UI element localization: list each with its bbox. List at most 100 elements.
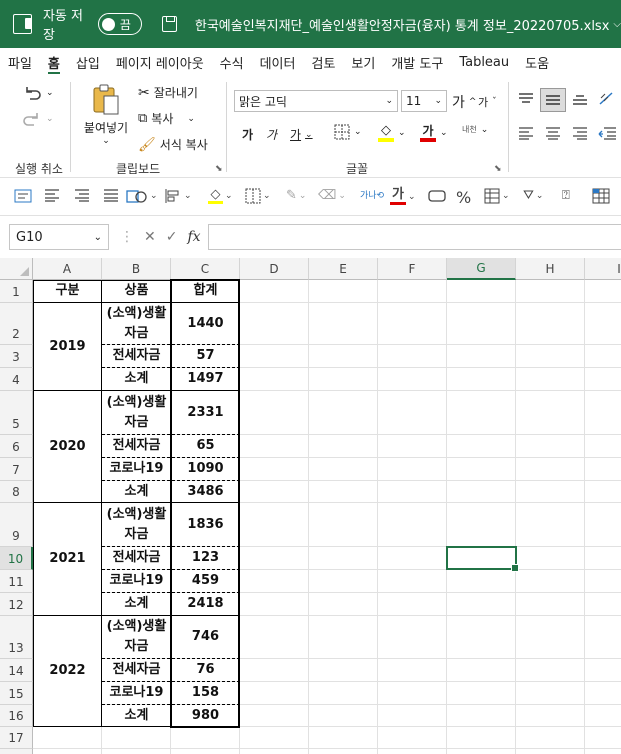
product-cell[interactable]: 전세자금 [103,547,170,569]
name-box[interactable]: G10 ⌄ [9,224,109,250]
align-center-icon[interactable] [545,126,561,140]
formula-input[interactable] [208,224,621,250]
fill-color-button[interactable]: ◇ ⌄ [378,124,406,142]
header-cell-category[interactable]: 구분 [34,280,101,302]
redo-button[interactable]: ⌄ [22,110,54,128]
tab-2[interactable]: 삽입 [68,48,108,76]
wrap-text-icon[interactable] [14,188,32,204]
tab-5[interactable]: 데이터 [252,48,304,76]
product-cell[interactable]: 소계 [103,593,170,615]
borders-button[interactable]: ⌄ [334,124,362,140]
file-name[interactable]: 한국예술인복지재단_예술인생활안정자금(융자) 통계 정보_20220705.x… [195,15,610,34]
total-cell[interactable]: 76 [172,659,239,681]
product-cell[interactable]: 전세자금 [103,345,170,367]
align-left-icon[interactable] [44,188,60,202]
select-all-button[interactable] [0,258,33,280]
product-cell[interactable]: 소계 [103,705,170,726]
product-cell[interactable]: 전세자금 [103,659,170,681]
insert-function-icon[interactable]: fx [187,229,200,245]
grid-table-icon[interactable] [592,188,610,204]
year-cell[interactable]: 2019 [34,303,101,390]
save-icon[interactable] [161,16,177,32]
total-cell[interactable]: 2331 [172,391,239,434]
borders-button[interactable]: ⌄ [245,188,271,204]
chevron-down-icon[interactable]: ⌵ [613,19,621,30]
total-cell[interactable]: 123 [172,547,239,569]
row-header[interactable]: 10 [0,547,33,570]
total-cell[interactable]: 57 [172,345,239,367]
row-header[interactable]: 14 [0,659,33,682]
tab-10[interactable]: 도움 [517,48,557,76]
help-icon[interactable]: ⍰ [562,188,570,203]
row-header[interactable]: 3 [0,345,33,368]
decrease-indent-icon[interactable] [598,126,616,140]
distribute-button[interactable]: ⌄ [164,188,192,204]
row-header[interactable]: 11 [0,570,33,593]
product-cell[interactable]: 전세자금 [103,435,170,457]
row-header[interactable]: 13 [0,616,33,659]
year-cell[interactable]: 2022 [34,616,101,726]
italic-button[interactable]: 가 [266,126,277,143]
filter-button[interactable]: ⛛ ⌄ [523,188,543,203]
dialog-launcher-icon[interactable]: ⬊ [215,164,223,174]
year-cell[interactable]: 2020 [34,391,101,502]
fill-color-button[interactable]: ◇ ⌄ [208,188,233,204]
row-header[interactable]: 7 [0,458,33,481]
tab-7[interactable]: 보기 [343,48,383,76]
percent-icon[interactable]: % [456,188,471,207]
align-right-icon[interactable] [572,126,588,140]
paste-button[interactable]: 붙여넣기 ⌄ [82,82,130,146]
align-justify-icon[interactable] [103,188,119,202]
row-header[interactable]: 12 [0,593,33,616]
column-header[interactable]: E [309,258,378,280]
confirm-icon[interactable]: ✓ [166,229,178,245]
autosave-toggle[interactable]: 끔 [97,13,142,35]
row-header[interactable]: 1 [0,280,33,303]
row-header[interactable]: 15 [0,682,33,705]
total-cell[interactable]: 2418 [172,593,239,615]
product-cell[interactable]: (소액)생활자금 [103,503,170,546]
row-header[interactable]: 5 [0,391,33,435]
column-header[interactable]: F [378,258,447,280]
copy-button[interactable]: ⧉ 복사 ⌄ [138,110,195,127]
total-cell[interactable]: 459 [172,570,239,592]
product-cell[interactable]: 코로나19 [103,682,170,704]
font-color-button[interactable]: 가 ⌄ [390,188,416,205]
orientation-icon[interactable] [598,90,616,106]
row-header[interactable]: 2 [0,303,33,345]
align-middle-button[interactable] [540,88,566,112]
font-name-dropdown[interactable]: 맑은 고딕 ⌄ [234,90,398,112]
column-header[interactable]: G [447,258,516,280]
tab-1[interactable]: 홈 [40,48,68,76]
product-cell[interactable]: 소계 [103,481,170,502]
eraser-button[interactable]: ⌫ ⌄ [318,188,346,203]
tab-6[interactable]: 검토 [303,48,343,76]
product-cell[interactable]: (소액)생활자금 [103,303,170,344]
header-cell-product[interactable]: 상품 [103,280,170,302]
pen-button[interactable]: ✎ ⌄ [286,188,306,203]
undo-button[interactable]: ⌄ [22,84,54,102]
product-cell[interactable]: (소액)생활자금 [103,616,170,658]
total-cell[interactable]: 3486 [172,481,239,502]
cancel-icon[interactable]: ✕ [144,229,156,245]
row-header[interactable]: 9 [0,503,33,547]
column-header[interactable]: H [516,258,585,280]
selected-cell[interactable] [446,546,519,572]
column-header[interactable]: D [240,258,309,280]
total-cell[interactable]: 1440 [172,303,239,344]
shape-style-button[interactable]: ⌄ [126,188,158,204]
row-header[interactable]: 17 [0,727,33,749]
header-cell-total[interactable]: 합계 [172,280,239,302]
bold-button[interactable]: 가 [242,126,253,143]
row-header[interactable]: 8 [0,481,33,503]
total-cell[interactable]: 1836 [172,503,239,546]
product-cell[interactable]: 코로나19 [103,458,170,480]
worksheet-grid[interactable]: ABCDEFGHI123456789101112131415161718구분상품… [0,258,621,754]
year-cell[interactable]: 2021 [34,503,101,615]
phonetic-button[interactable]: 내천 ⌄ [462,124,488,135]
align-left-icon[interactable] [518,126,534,140]
cut-button[interactable]: ✂ 잘라내기 [138,84,198,101]
decrease-font-button[interactable]: 가ˇ [478,94,497,110]
tab-0[interactable]: 파일 [0,48,40,76]
total-cell[interactable]: 65 [172,435,239,457]
